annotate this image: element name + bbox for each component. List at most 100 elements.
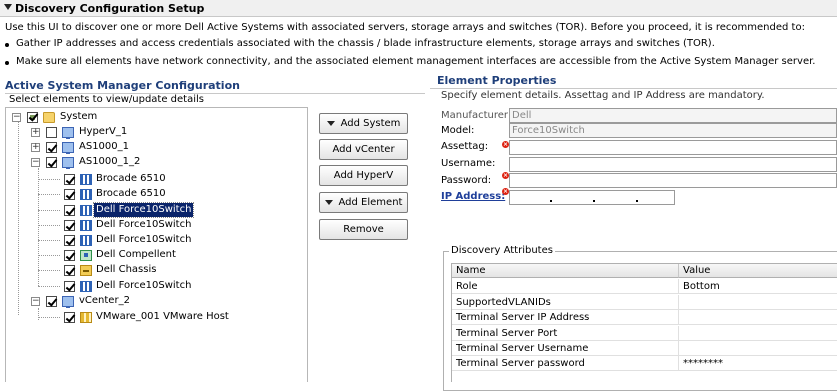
table-cell-name: Role [452,279,679,294]
tree-item-label: Dell Compellent [96,249,176,260]
tree-item-force10-3[interactable]: Dell Force10Switch [6,233,306,248]
tree-connector [38,286,60,287]
element-tree[interactable]: − System + HyperV_1 + AS1000_1 − AS1000_… [5,107,308,382]
add-vcenter-button[interactable]: Add vCenter [319,139,408,160]
tree-item-compellent[interactable]: Dell Compellent [6,248,306,263]
tree-checkbox[interactable] [64,312,75,323]
tree-item-label: Brocade 6510 [96,173,166,184]
ip-address-field[interactable] [509,190,675,205]
tree-checkbox[interactable] [64,250,75,261]
table-cell-name: Terminal Server Username [452,341,679,356]
tree-checkbox[interactable] [27,112,38,123]
tree-item-as1000-1-2[interactable]: − AS1000_1_2 [6,155,306,170]
tree-checkbox[interactable] [64,189,75,200]
tree-item-vmware-host[interactable]: VMware_001 VMware Host [6,310,306,325]
tree-checkbox[interactable] [46,296,57,307]
button-label: Add Element [338,197,403,208]
expand-toggle[interactable]: + [31,128,40,137]
tree-item-label: AS1000_1_2 [79,156,141,167]
collapse-toggle[interactable]: − [12,113,21,122]
ip-separator [636,200,638,202]
username-field[interactable] [509,157,837,172]
table-cell-value[interactable] [679,310,837,325]
switch-icon [80,174,92,185]
tree-item-brocade-2[interactable]: Brocade 6510 [6,187,306,202]
tree-checkbox[interactable] [64,265,75,276]
tree-item-label: VMware_001 VMware Host [96,311,229,322]
tree-checkbox[interactable] [46,142,57,153]
manufacturer-label: Manufacturer: [441,110,512,121]
tree-item-chassis[interactable]: Dell Chassis [6,263,306,278]
tree-item-label: Dell Force10Switch [96,219,192,230]
table-cell-name: SupportedVLANIDs [452,295,679,310]
table-cell-value[interactable] [679,341,837,356]
table-cell-name: Terminal Server IP Address [452,310,679,325]
system-icon [62,142,74,154]
password-field[interactable] [509,173,837,188]
tree-item-force10-1[interactable]: Dell Force10Switch [6,202,306,218]
tree-checkbox[interactable] [64,235,75,246]
column-header-name[interactable]: Name [452,264,679,278]
button-label: Remove [343,224,384,235]
tree-connector [38,317,60,318]
discovery-attributes-title: Discovery Attributes [449,245,555,256]
table-cell-name: Terminal Server password [452,356,679,371]
table-cell-value[interactable]: Bottom [679,279,837,294]
tree-checkbox[interactable] [46,157,57,168]
error-icon: × [502,188,509,195]
tree-item-brocade-1[interactable]: Brocade 6510 [6,172,306,187]
attributes-table[interactable]: Name Value Role Bottom SupportedVLANIDs … [451,263,837,382]
tree-item-label: System [60,111,98,122]
intro-text: Use this UI to discover one or more Dell… [5,22,805,33]
tree-checkbox[interactable] [64,281,75,292]
system-icon [62,296,74,308]
tree-item-force10-2[interactable]: Dell Force10Switch [6,218,306,233]
tree-checkbox[interactable] [64,174,75,185]
host-icon [80,312,92,323]
assettag-field[interactable] [509,140,837,155]
collapse-chevron-icon[interactable] [4,4,12,10]
tree-connector [38,270,60,271]
remove-button[interactable]: Remove [319,219,408,240]
tree-connector [38,240,60,241]
asm-config-subtitle: Select elements to view/update details [9,94,204,105]
tree-checkbox[interactable] [64,205,75,216]
element-properties-title: Element Properties [437,74,557,87]
dropdown-arrow-icon [324,199,333,205]
assettag-label: Assettag: [441,141,489,152]
tree-item-label: AS1000_1 [79,141,129,152]
tree-item-hyperv[interactable]: + HyperV_1 [6,125,306,140]
collapse-toggle[interactable]: − [31,297,40,306]
dropdown-arrow-icon [326,120,335,126]
tree-connector [38,179,60,180]
collapse-toggle[interactable]: − [31,158,40,167]
add-system-button[interactable]: Add System [319,113,408,134]
tree-item-label: HyperV_1 [79,126,128,137]
tree-item-system[interactable]: − System [6,110,306,125]
tree-checkbox[interactable] [46,127,57,138]
ip-address-label: IP Address: [441,191,506,202]
expand-toggle[interactable]: + [31,143,40,152]
bullet-text: Make sure all elements have network conn… [16,56,816,67]
table-cell-value[interactable] [679,295,837,310]
password-label: Password: [441,175,492,186]
bullet-text: Gather IP addresses and access credentia… [16,38,715,49]
bullet-icon [5,43,9,47]
tree-item-as1000-1[interactable]: + AS1000_1 [6,140,306,155]
tree-item-label: Brocade 6510 [96,188,166,199]
tree-checkbox[interactable] [64,220,75,231]
asm-config-title: Active System Manager Configuration [5,79,240,92]
storage-icon [80,250,92,261]
table-cell-value[interactable] [679,326,837,341]
ip-separator [550,200,552,202]
tree-item-vcenter[interactable]: − vCenter_2 [6,294,306,309]
ip-separator [593,200,595,202]
tree-item-force10-4[interactable]: Dell Force10Switch [6,279,306,294]
column-header-value[interactable]: Value [679,264,837,278]
model-field: Force10Switch [509,123,837,138]
add-element-button[interactable]: Add Element [319,192,408,213]
button-label: Add HyperV [333,170,394,181]
folder-icon [43,112,55,123]
add-hyperv-button[interactable]: Add HyperV [319,165,408,186]
table-cell-value[interactable]: ******** [679,356,837,371]
